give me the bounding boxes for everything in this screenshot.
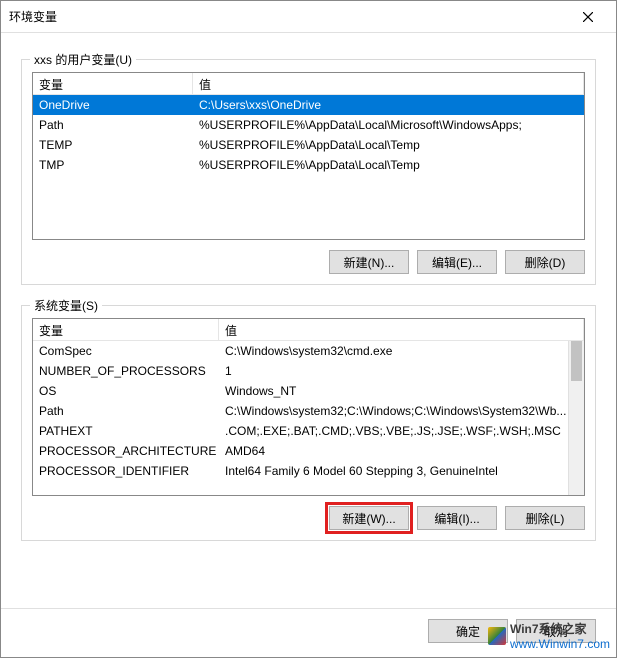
var-value-cell: C:\Users\xxs\OneDrive <box>193 96 584 114</box>
user-button-row: 新建(N)... 编辑(E)... 删除(D) <box>32 250 585 274</box>
table-row[interactable]: TEMP%USERPROFILE%\AppData\Local\Temp <box>33 135 584 155</box>
table-row[interactable]: PROCESSOR_IDENTIFIERIntel64 Family 6 Mod… <box>33 461 584 481</box>
system-header-value[interactable]: 值 <box>219 319 584 340</box>
table-row[interactable]: PathC:\Windows\system32;C:\Windows;C:\Wi… <box>33 401 584 421</box>
titlebar: 环境变量 <box>1 1 616 33</box>
table-row[interactable]: PATHEXT.COM;.EXE;.BAT;.CMD;.VBS;.VBE;.JS… <box>33 421 584 441</box>
close-button[interactable] <box>568 3 608 31</box>
var-name-cell: OS <box>33 382 219 400</box>
var-name-cell: OneDrive <box>33 96 193 114</box>
cancel-button[interactable]: 取消 <box>516 619 596 643</box>
var-name-cell: TEMP <box>33 136 193 154</box>
system-list-header: 变量 值 <box>33 319 584 341</box>
table-row[interactable]: OneDriveC:\Users\xxs\OneDrive <box>33 95 584 115</box>
var-value-cell: Intel64 Family 6 Model 60 Stepping 3, Ge… <box>219 462 584 480</box>
var-value-cell: .COM;.EXE;.BAT;.CMD;.VBS;.VBE;.JS;.JSE;.… <box>219 422 584 440</box>
var-name-cell: PROCESSOR_ARCHITECTURE <box>33 442 219 460</box>
var-value-cell: C:\Windows\system32\cmd.exe <box>219 342 584 360</box>
var-value-cell: %USERPROFILE%\AppData\Local\Temp <box>193 136 584 154</box>
var-value-cell: C:\Windows\system32;C:\Windows;C:\Window… <box>219 402 584 420</box>
system-header-name[interactable]: 变量 <box>33 319 219 340</box>
var-value-cell: Windows_NT <box>219 382 584 400</box>
system-variables-list[interactable]: 变量 值 ComSpecC:\Windows\system32\cmd.exeN… <box>32 318 585 496</box>
system-new-button[interactable]: 新建(W)... <box>329 506 409 530</box>
table-row[interactable]: ComSpecC:\Windows\system32\cmd.exe <box>33 341 584 361</box>
var-name-cell: Path <box>33 116 193 134</box>
user-variables-group: xxs 的用户变量(U) 变量 值 OneDriveC:\Users\xxs\O… <box>21 59 596 285</box>
var-name-cell: TMP <box>33 156 193 174</box>
var-value-cell: 1 <box>219 362 584 380</box>
user-new-button[interactable]: 新建(N)... <box>329 250 409 274</box>
dialog-button-row: 确定 取消 <box>1 608 616 657</box>
var-value-cell: %USERPROFILE%\AppData\Local\Temp <box>193 156 584 174</box>
system-group-legend: 系统变量(S) <box>30 297 102 314</box>
close-icon <box>583 12 593 22</box>
var-name-cell: Path <box>33 402 219 420</box>
table-row[interactable]: TMP%USERPROFILE%\AppData\Local\Temp <box>33 155 584 175</box>
table-row[interactable]: Path%USERPROFILE%\AppData\Local\Microsof… <box>33 115 584 135</box>
system-button-row: 新建(W)... 编辑(I)... 删除(L) <box>32 506 585 530</box>
var-name-cell: PATHEXT <box>33 422 219 440</box>
user-list-header: 变量 值 <box>33 73 584 95</box>
table-row[interactable]: OSWindows_NT <box>33 381 584 401</box>
system-variables-group: 系统变量(S) 变量 值 ComSpecC:\Windows\system32\… <box>21 305 596 541</box>
scrollbar-thumb[interactable] <box>571 341 582 381</box>
table-row[interactable]: PROCESSOR_ARCHITECTUREAMD64 <box>33 441 584 461</box>
var-value-cell: AMD64 <box>219 442 584 460</box>
system-scrollbar[interactable] <box>568 341 584 495</box>
var-name-cell: NUMBER_OF_PROCESSORS <box>33 362 219 380</box>
user-edit-button[interactable]: 编辑(E)... <box>417 250 497 274</box>
window-title: 环境变量 <box>9 8 568 25</box>
var-value-cell: %USERPROFILE%\AppData\Local\Microsoft\Wi… <box>193 116 584 134</box>
user-header-name[interactable]: 变量 <box>33 73 193 94</box>
table-row[interactable]: NUMBER_OF_PROCESSORS1 <box>33 361 584 381</box>
user-group-legend: xxs 的用户变量(U) <box>30 51 136 68</box>
system-edit-button[interactable]: 编辑(I)... <box>417 506 497 530</box>
dialog-content: xxs 的用户变量(U) 变量 值 OneDriveC:\Users\xxs\O… <box>1 33 616 571</box>
var-name-cell: PROCESSOR_IDENTIFIER <box>33 462 219 480</box>
user-delete-button[interactable]: 删除(D) <box>505 250 585 274</box>
user-header-value[interactable]: 值 <box>193 73 584 94</box>
user-variables-list[interactable]: 变量 值 OneDriveC:\Users\xxs\OneDrivePath%U… <box>32 72 585 240</box>
var-name-cell: ComSpec <box>33 342 219 360</box>
ok-button[interactable]: 确定 <box>428 619 508 643</box>
system-delete-button[interactable]: 删除(L) <box>505 506 585 530</box>
